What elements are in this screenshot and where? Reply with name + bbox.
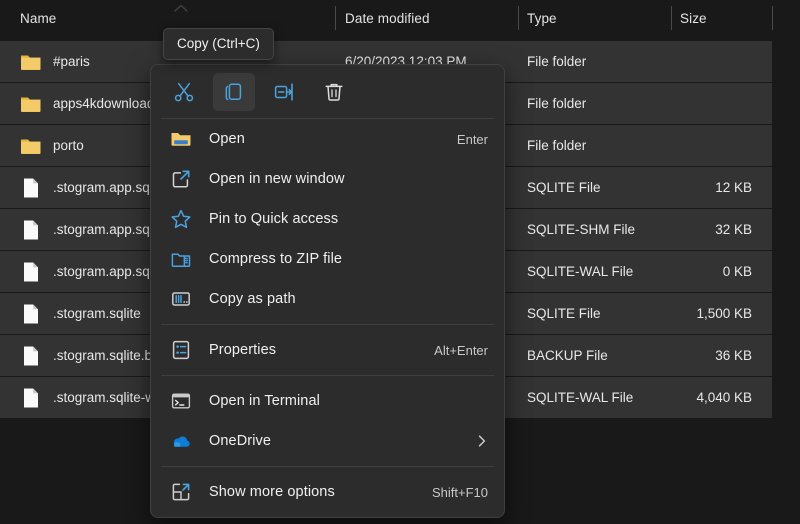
menu-separator	[161, 324, 494, 325]
file-name-label: .stogram.sqlite-wal	[53, 390, 166, 405]
column-header-bar: Name Date modified Type Size	[0, 0, 800, 36]
file-name-label: .stogram.sqlite	[53, 306, 141, 321]
column-divider-4[interactable]	[772, 6, 773, 30]
file-icon	[20, 386, 42, 410]
file-icon	[20, 218, 42, 242]
menu-item-open-new-window[interactable]: Open in new window	[151, 159, 504, 199]
trash-icon	[323, 81, 345, 103]
menu-item-copy-as-path[interactable]: Copy as path	[151, 279, 504, 319]
menu-item-label: Copy as path	[209, 291, 296, 307]
menu-item-onedrive[interactable]: OneDrive	[151, 421, 504, 461]
copy-path-icon	[170, 288, 192, 310]
folder-icon	[20, 50, 42, 74]
file-size-cell	[640, 41, 752, 82]
chevron-right-icon	[476, 434, 488, 448]
menu-item-label: Pin to Quick access	[209, 211, 339, 227]
copy-icon	[223, 81, 245, 103]
compress-zip-icon	[170, 248, 192, 270]
cut-button[interactable]	[163, 73, 205, 111]
menu-item-pin-quick-access[interactable]: Pin to Quick access	[151, 199, 504, 239]
menu-item-shortcut: Shift+F10	[431, 484, 488, 500]
menu-item-show-more[interactable]: Show more options Shift+F10	[151, 472, 504, 512]
menu-item-label: Open	[209, 131, 245, 147]
show-more-icon	[170, 481, 192, 503]
menu-item-label: Show more options	[209, 484, 335, 500]
file-size-cell: 36 KB	[715, 348, 752, 363]
file-size-cell: 1,500 KB	[696, 306, 752, 321]
menu-item-compress-zip[interactable]: Compress to ZIP file	[151, 239, 504, 279]
folder-icon	[20, 134, 42, 158]
context-menu: Open Enter Open in new window Pin to Quic…	[150, 64, 505, 518]
chevron-up-icon	[172, 2, 190, 14]
copy-button[interactable]	[213, 72, 255, 111]
file-icon	[20, 260, 42, 284]
properties-icon	[170, 339, 192, 361]
menu-item-label: OneDrive	[209, 433, 272, 449]
file-icon	[20, 344, 42, 368]
context-menu-toolbar	[151, 65, 504, 118]
menu-item-open[interactable]: Open Enter	[151, 119, 504, 159]
file-size-cell: 12 KB	[715, 180, 752, 195]
column-header-size[interactable]: Size	[680, 0, 770, 36]
column-header-type[interactable]: Type	[527, 0, 667, 36]
column-divider-3[interactable]	[671, 6, 672, 30]
delete-button[interactable]	[313, 73, 355, 111]
column-header-date-modified[interactable]: Date modified	[345, 0, 515, 36]
folder-open-icon	[170, 128, 192, 150]
rename-button[interactable]	[263, 73, 305, 111]
terminal-icon	[170, 390, 192, 412]
star-icon	[170, 208, 192, 230]
menu-item-shortcut: Enter	[456, 131, 488, 147]
file-name-label: #paris	[53, 54, 90, 69]
context-menu-items: Open Enter Open in new window Pin to Quic…	[151, 119, 504, 512]
file-size-cell: 0 KB	[722, 264, 752, 279]
menu-item-label: Open in Terminal	[209, 393, 320, 409]
menu-item-label: Properties	[209, 342, 277, 358]
file-name-label: porto	[53, 138, 84, 153]
menu-item-properties[interactable]: Properties Alt+Enter	[151, 330, 504, 370]
folder-icon	[20, 92, 42, 116]
file-icon	[20, 302, 42, 326]
onedrive-cloud-icon	[170, 430, 192, 452]
file-size-cell	[640, 125, 752, 166]
tooltip-copy: Copy (Ctrl+C)	[163, 28, 274, 60]
file-size-cell	[640, 83, 752, 124]
file-size-cell: 32 KB	[715, 222, 752, 237]
file-icon	[20, 176, 42, 200]
scissors-icon	[173, 81, 195, 103]
menu-separator	[161, 375, 494, 376]
menu-separator	[161, 466, 494, 467]
new-window-icon	[170, 168, 192, 190]
menu-item-open-terminal[interactable]: Open in Terminal	[151, 381, 504, 421]
file-explorer-window: Name Date modified Type Size #paris 6/20…	[0, 0, 800, 524]
column-divider-1[interactable]	[335, 6, 336, 30]
rename-icon	[273, 81, 295, 103]
menu-item-label: Open in new window	[209, 171, 345, 187]
column-divider-2[interactable]	[518, 6, 519, 30]
menu-item-shortcut: Alt+Enter	[434, 342, 488, 358]
column-header-name[interactable]: Name	[20, 0, 180, 36]
menu-item-label: Compress to ZIP file	[209, 251, 343, 267]
file-size-cell: 4,040 KB	[696, 390, 752, 405]
